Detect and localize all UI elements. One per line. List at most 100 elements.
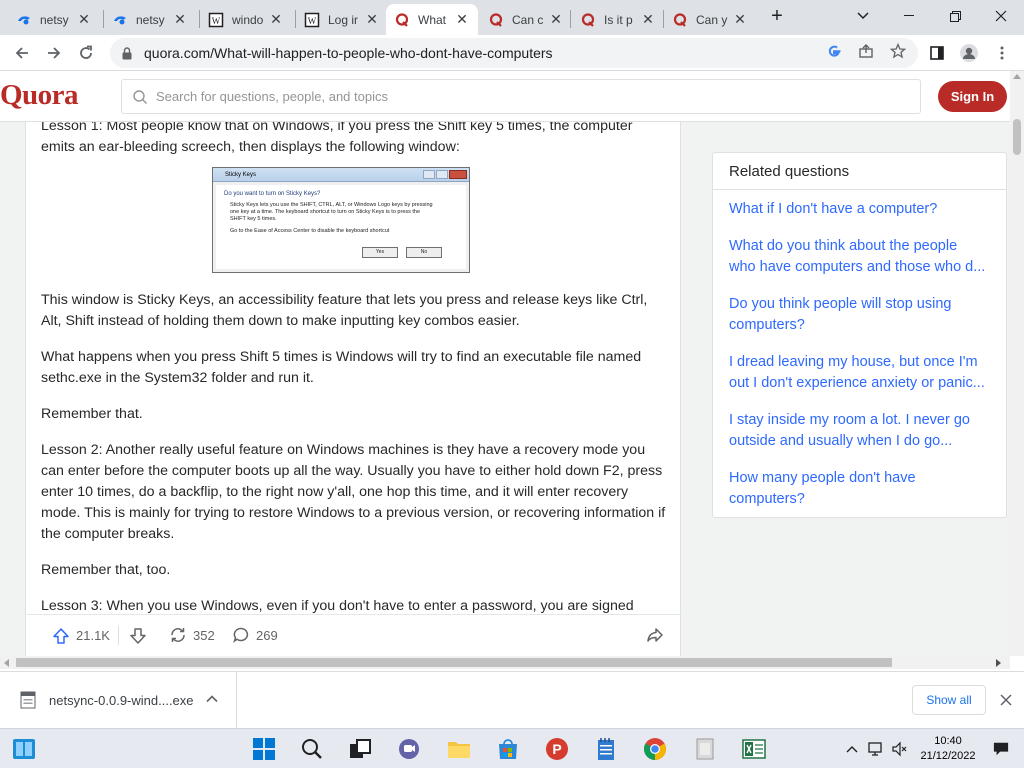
share-arrow-icon	[647, 628, 663, 642]
menu-kebab-icon[interactable]	[986, 37, 1018, 69]
related-question-link[interactable]: Do you think people will stop using compu…	[729, 294, 993, 336]
teams-chat-icon[interactable]	[397, 737, 421, 761]
close-tab-icon[interactable]: ✕	[548, 11, 564, 28]
upvote-count: 21.1K	[76, 628, 110, 643]
download-filename: netsync-0.0.9-wind....exe	[49, 693, 194, 708]
system-clock[interactable]: 10:40 21/12/2022	[918, 734, 978, 764]
downvote-arrow-icon	[130, 627, 146, 644]
url-text[interactable]: quora.com/What-will-happen-to-people-who…	[144, 45, 918, 61]
related-question-link[interactable]: How many people don't have computers?	[729, 468, 993, 510]
show-all-button[interactable]: Show all	[912, 685, 986, 715]
tab-windows[interactable]: W windo ✕	[200, 4, 292, 35]
tab-label: netsy	[40, 12, 69, 27]
tab-label: Can c	[512, 12, 544, 27]
close-tab-icon[interactable]: ✕	[172, 11, 188, 28]
answer-paragraph: What happens when you press Shift 5 time…	[41, 349, 642, 386]
search-box[interactable]	[121, 79, 921, 114]
clock-date: 21/12/2022	[920, 750, 976, 762]
comment-button[interactable]: 269	[232, 626, 278, 644]
restore-icon[interactable]	[932, 0, 978, 32]
forward-icon[interactable]	[38, 37, 70, 69]
related-questions-panel: Related questions What if I don't have a…	[712, 152, 1007, 518]
scrollbar-thumb[interactable]	[16, 658, 892, 667]
answer-body: Lesson 1: Most people know that on Windo…	[41, 122, 669, 632]
tab-login[interactable]: W Log ir ✕	[296, 4, 388, 35]
search-input[interactable]	[156, 89, 856, 104]
bookmark-star-icon[interactable]	[889, 42, 907, 60]
lock-icon[interactable]	[120, 46, 134, 60]
related-question-link[interactable]: I dread leaving my house, but once I'm ou…	[729, 352, 993, 394]
horizontal-scrollbar[interactable]	[0, 656, 1010, 669]
clock-time: 10:40	[934, 735, 962, 747]
upvote-button[interactable]: 21.1K	[42, 626, 119, 645]
tab-netsync-2[interactable]: netsy ✕	[104, 4, 196, 35]
reload-icon[interactable]	[70, 37, 102, 69]
tab-label: Is it p	[604, 12, 633, 27]
tab-label: Can y	[696, 12, 728, 27]
related-question-link[interactable]: What do you think about the people who ha…	[729, 236, 993, 278]
address-bar[interactable]: quora.com/What-will-happen-to-people-who…	[110, 38, 918, 68]
close-tab-icon[interactable]: ✕	[76, 11, 92, 28]
minimize-icon[interactable]	[886, 0, 932, 32]
tab-netsync-1[interactable]: netsy ✕	[8, 4, 100, 35]
quora-header: Quora Sign In	[0, 71, 1010, 122]
share-button[interactable]: 352	[169, 626, 215, 644]
vertical-scrollbar[interactable]	[1010, 71, 1024, 656]
pdf-app-icon[interactable]: P	[545, 737, 569, 761]
comment-count: 269	[256, 627, 278, 643]
tab-can-2[interactable]: Can y ✕	[664, 4, 756, 35]
chrome-icon[interactable]	[643, 737, 667, 761]
file-explorer-icon[interactable]	[447, 737, 471, 761]
network-icon[interactable]	[868, 741, 884, 757]
close-tab-icon[interactable]: ✕	[732, 11, 748, 28]
volume-muted-icon[interactable]	[892, 741, 908, 757]
quora-logo[interactable]: Quora	[0, 79, 79, 112]
tab-is-it[interactable]: Is it p ✕	[572, 4, 664, 35]
google-icon[interactable]	[825, 42, 843, 60]
close-tab-icon[interactable]: ✕	[364, 11, 380, 28]
store-icon[interactable]	[496, 737, 520, 761]
share-icon[interactable]	[857, 42, 875, 60]
svg-text:W: W	[212, 16, 221, 26]
related-question-link[interactable]: What if I don't have a computer?	[729, 199, 993, 220]
app-window-icon[interactable]	[693, 737, 717, 761]
close-download-bar-icon[interactable]	[998, 692, 1014, 708]
new-tab-button[interactable]: +	[760, 0, 794, 32]
downvote-button[interactable]	[119, 627, 147, 645]
chevron-up-tray-icon[interactable]	[844, 741, 860, 757]
chevron-up-icon	[206, 695, 218, 703]
sign-in-button[interactable]: Sign In	[938, 81, 1007, 112]
tab-can-1[interactable]: Can c ✕	[480, 4, 572, 35]
netsync-icon	[16, 12, 32, 28]
close-tab-icon[interactable]: ✕	[640, 11, 656, 28]
answer-paragraph: This window is Sticky Keys, an accessibi…	[41, 292, 648, 329]
search-taskbar-icon[interactable]	[300, 737, 324, 761]
widgets-icon[interactable]	[12, 737, 36, 761]
side-panel-icon[interactable]	[921, 37, 953, 69]
sticky-keys-screenshot[interactable]: Sticky Keys Do you want to turn on Stick…	[212, 167, 470, 273]
notepad-icon[interactable]	[594, 737, 618, 761]
profile-avatar-icon[interactable]	[953, 37, 985, 69]
dialog-no-button: No	[406, 247, 442, 258]
close-tab-icon[interactable]: ✕	[454, 11, 470, 28]
wikipedia-icon: W	[208, 12, 224, 28]
spreadsheet-icon[interactable]	[742, 737, 766, 761]
notifications-icon[interactable]	[993, 741, 1009, 757]
answer-card: Lesson 1: Most people know that on Windo…	[25, 122, 681, 656]
answer-action-bar: 21.1K 352 269	[25, 614, 681, 656]
share-out-button[interactable]	[646, 626, 664, 644]
related-question-link[interactable]: I stay inside my room a lot. I never go o…	[729, 410, 993, 452]
scrollbar-thumb[interactable]	[1013, 119, 1021, 155]
quora-icon	[394, 12, 410, 28]
windows-start-icon[interactable]	[252, 737, 276, 761]
close-tab-icon[interactable]: ✕	[268, 11, 284, 28]
download-item[interactable]: netsync-0.0.9-wind....exe	[0, 672, 237, 728]
windows-taskbar: P 10:40 21/12/2022	[0, 728, 1024, 768]
task-view-icon[interactable]	[348, 737, 372, 761]
related-list: What if I don't have a computer? What do…	[713, 190, 993, 510]
close-window-icon[interactable]	[978, 0, 1024, 32]
back-icon[interactable]	[6, 37, 38, 69]
answer-paragraph: Lesson 2: Another really useful feature …	[41, 442, 666, 542]
tab-search-icon[interactable]	[840, 0, 886, 32]
tab-what-active[interactable]: What ✕	[386, 4, 478, 35]
